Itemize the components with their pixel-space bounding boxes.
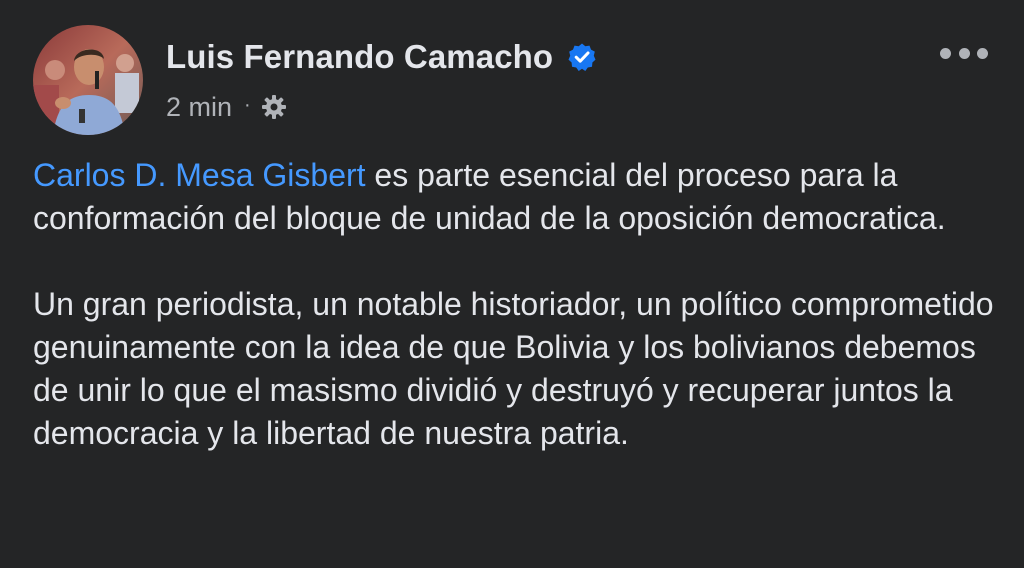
- verified-badge-icon: [568, 43, 596, 71]
- more-options-icon-dot: [958, 47, 970, 59]
- author-name[interactable]: Luis Fernando Camacho: [166, 38, 597, 76]
- post-paragraph-1: Carlos D. Mesa Gisbert es parte esencial…: [33, 154, 1003, 240]
- gear-icon[interactable]: [261, 94, 287, 120]
- more-options-button[interactable]: [940, 40, 988, 66]
- post-body: Carlos D. Mesa Gisbert es parte esencial…: [33, 154, 1003, 455]
- facebook-post: Luis Fernando Camacho 2 min · Carlos D. …: [0, 0, 1024, 568]
- author-avatar[interactable]: [33, 25, 143, 135]
- mention-link[interactable]: Carlos D. Mesa Gisbert: [33, 157, 366, 193]
- profile-photo-icon: [33, 25, 143, 135]
- post-timestamp[interactable]: 2 min: [166, 92, 232, 123]
- post-meta: 2 min ·: [166, 90, 287, 124]
- meta-separator: ·: [244, 93, 251, 116]
- more-options-icon: [940, 47, 951, 59]
- post-paragraph-2: Un gran periodista, un notable historiad…: [33, 286, 994, 451]
- author-name-text[interactable]: Luis Fernando Camacho: [166, 38, 553, 76]
- more-options-icon-dot: [977, 47, 988, 59]
